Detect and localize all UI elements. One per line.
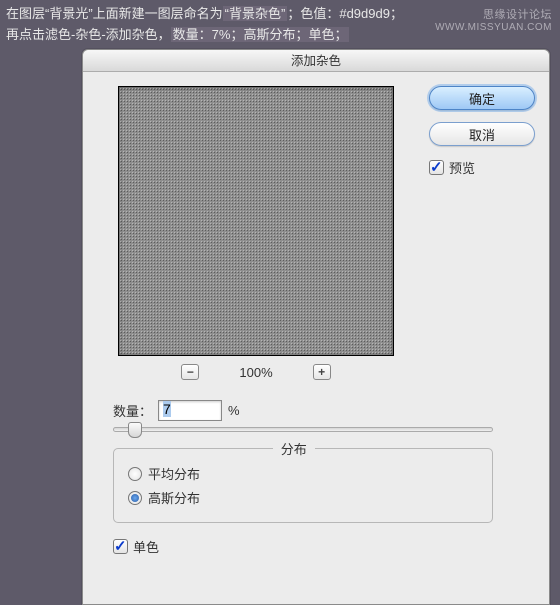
monochrome-checkbox[interactable] [113,539,128,554]
zoom-controls: − 100% + [97,364,415,380]
gaussian-radio-label: 高斯分布 [148,488,200,507]
uniform-radio-label: 平均分布 [148,464,200,483]
preview-image [118,86,394,356]
noise-pattern [119,87,393,355]
preview-checkbox-label: 预览 [449,158,475,177]
add-noise-dialog: 添加杂色 − 100% + 确定 取消 预览 数量： 7 % [82,49,550,605]
uniform-radio[interactable] [128,467,142,481]
preview-checkbox[interactable] [429,160,444,175]
amount-unit: % [228,403,240,418]
cancel-button[interactable]: 取消 [429,122,535,146]
zoom-level: 100% [239,365,272,380]
distribution-legend: 分布 [273,439,315,458]
distribution-group: 分布 平均分布 高斯分布 [113,448,493,523]
amount-label: 数量： [113,401,152,420]
monochrome-checkbox-label: 单色 [133,537,159,556]
amount-input[interactable]: 7 [158,400,222,421]
amount-slider-thumb[interactable] [128,422,142,438]
zoom-in-button[interactable]: + [313,364,331,380]
gaussian-radio[interactable] [128,491,142,505]
watermark-line1: 思缘设计论坛 [435,6,552,22]
zoom-out-button[interactable]: − [181,364,199,380]
amount-slider[interactable] [113,427,493,432]
dialog-title: 添加杂色 [83,50,549,72]
ok-button[interactable]: 确定 [429,86,535,110]
watermark: 思缘设计论坛 WWW.MISSYUAN.COM [435,6,552,33]
watermark-line2: WWW.MISSYUAN.COM [435,22,552,33]
